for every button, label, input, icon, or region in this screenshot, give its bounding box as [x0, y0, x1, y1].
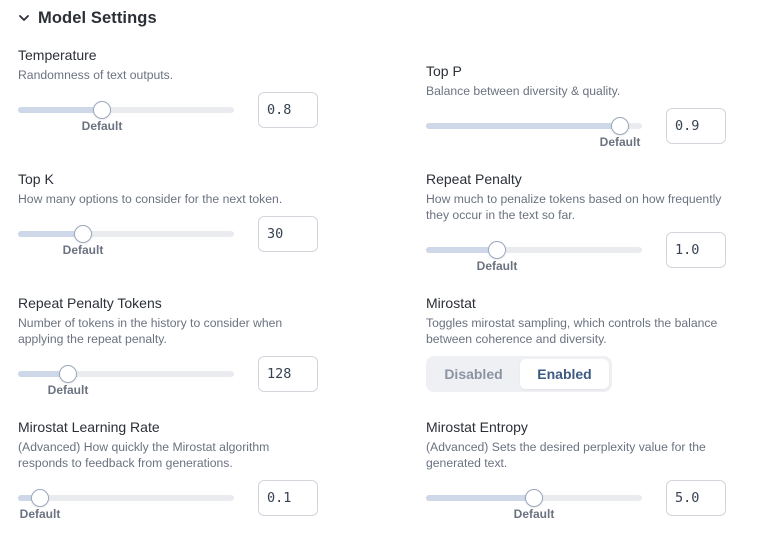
- repeat-penalty-tokens-slider-row: Default 128: [18, 356, 318, 408]
- setting-top-k: Top K How many options to consider for t…: [18, 170, 328, 207]
- repeat-penalty-tokens-input[interactable]: 128: [258, 356, 318, 392]
- setting-description: Randomness of text outputs.: [18, 68, 174, 82]
- setting-label: Top P: [426, 63, 462, 79]
- mirostat-entropy-slider-row: Default 5.0: [426, 480, 726, 532]
- temperature-slider-row: Default 0.8: [18, 92, 318, 144]
- setting-label: Temperature: [18, 47, 97, 63]
- setting-description: Balance between diversity & quality.: [426, 84, 621, 98]
- default-label: Default: [513, 507, 555, 521]
- setting-repeat-penalty-tokens: Repeat Penalty Tokens Number of tokens i…: [18, 294, 318, 347]
- mirostat-learning-rate-slider-row: Default 0.1: [18, 480, 318, 532]
- mirostat-toggle: Disabled Enabled: [426, 356, 612, 392]
- setting-mirostat: Mirostat Toggles mirostat sampling, whic…: [426, 294, 726, 347]
- top-p-slider-track[interactable]: [426, 123, 642, 129]
- model-settings-header[interactable]: Model Settings: [18, 6, 157, 30]
- setting-description: Number of tokens in the history to consi…: [18, 316, 283, 346]
- setting-label: Mirostat Entropy: [426, 419, 528, 435]
- slider-fill: [426, 247, 497, 253]
- setting-label: Repeat Penalty: [426, 171, 522, 187]
- default-label: Default: [81, 119, 123, 133]
- section-title: Model Settings: [38, 8, 157, 27]
- top-p-slider-thumb[interactable]: [611, 117, 629, 135]
- default-label: Default: [62, 243, 104, 257]
- repeat-penalty-slider-thumb[interactable]: [488, 241, 506, 259]
- mirostat-learning-rate-input[interactable]: 0.1: [258, 480, 318, 516]
- setting-label: Repeat Penalty Tokens: [18, 295, 162, 311]
- default-label: Default: [599, 135, 641, 149]
- setting-label: Mirostat: [426, 295, 476, 311]
- setting-description: (Advanced) How quickly the Mirostat algo…: [18, 440, 270, 470]
- default-label: Default: [19, 507, 61, 521]
- mirostat-learning-rate-slider-track[interactable]: [18, 495, 234, 501]
- mirostat-entropy-input[interactable]: 5.0: [666, 480, 726, 516]
- setting-description: How much to penalize tokens based on how…: [426, 192, 722, 222]
- chevron-down-icon[interactable]: [18, 12, 30, 24]
- mirostat-disabled-option[interactable]: Disabled: [429, 359, 518, 389]
- repeat-penalty-slider-track[interactable]: [426, 247, 642, 253]
- setting-label: Top K: [18, 171, 54, 187]
- setting-label: Mirostat Learning Rate: [18, 419, 160, 435]
- slider-fill: [426, 495, 534, 501]
- top-k-slider-thumb[interactable]: [74, 225, 92, 243]
- repeat-penalty-slider-row: Default 1.0: [426, 232, 726, 284]
- slider-fill: [426, 123, 620, 129]
- repeat-penalty-tokens-slider-thumb[interactable]: [59, 365, 77, 383]
- temperature-slider-thumb[interactable]: [93, 101, 111, 119]
- mirostat-entropy-slider-thumb[interactable]: [525, 489, 543, 507]
- top-k-slider-row: Default 30: [18, 216, 318, 268]
- mirostat-learning-rate-slider-thumb[interactable]: [31, 489, 49, 507]
- setting-repeat-penalty: Repeat Penalty How much to penalize toke…: [426, 170, 726, 223]
- repeat-penalty-input[interactable]: 1.0: [666, 232, 726, 268]
- default-label: Default: [47, 383, 89, 397]
- setting-temperature: Temperature Randomness of text outputs.: [18, 46, 328, 83]
- temperature-slider-track[interactable]: [18, 107, 234, 113]
- setting-mirostat-entropy: Mirostat Entropy (Advanced) Sets the des…: [426, 418, 736, 471]
- setting-description: Toggles mirostat sampling, which control…: [426, 316, 718, 346]
- setting-description: How many options to consider for the nex…: [18, 192, 283, 206]
- temperature-input[interactable]: 0.8: [258, 92, 318, 128]
- top-k-slider-track[interactable]: [18, 231, 234, 237]
- slider-fill: [18, 107, 102, 113]
- default-label: Default: [476, 259, 518, 273]
- repeat-penalty-tokens-slider-track[interactable]: [18, 371, 234, 377]
- mirostat-enabled-option[interactable]: Enabled: [520, 359, 609, 389]
- setting-top-p: Top P Balance between diversity & qualit…: [426, 62, 736, 99]
- top-p-slider-row: Default 0.9: [426, 108, 726, 160]
- top-k-input[interactable]: 30: [258, 216, 318, 252]
- top-p-input[interactable]: 0.9: [666, 108, 726, 144]
- setting-description: (Advanced) Sets the desired perplexity v…: [426, 440, 706, 470]
- setting-mirostat-learning-rate: Mirostat Learning Rate (Advanced) How qu…: [18, 418, 318, 471]
